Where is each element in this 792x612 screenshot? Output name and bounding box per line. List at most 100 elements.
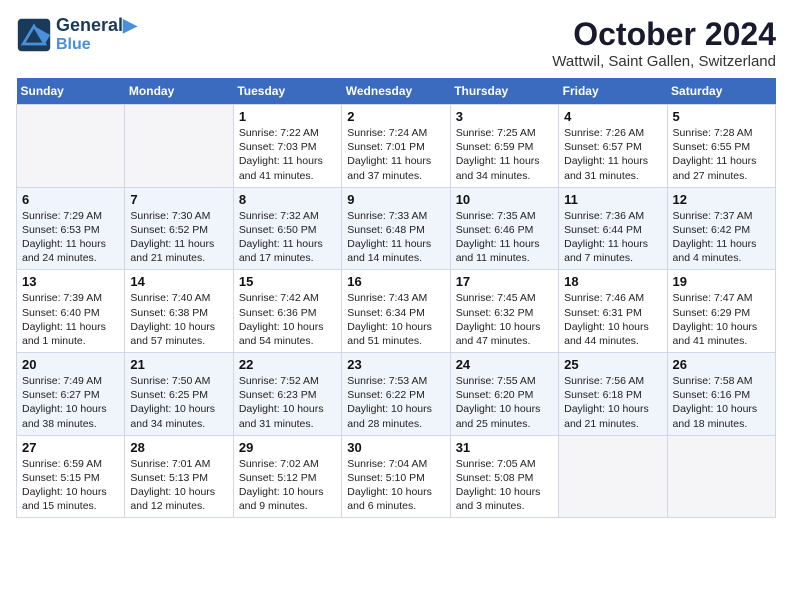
day-info: Sunrise: 7:45 AM Sunset: 6:32 PM Dayligh…: [456, 291, 553, 348]
day-info: Sunrise: 7:39 AM Sunset: 6:40 PM Dayligh…: [22, 291, 119, 348]
day-info: Sunrise: 7:56 AM Sunset: 6:18 PM Dayligh…: [564, 374, 661, 431]
calendar-cell: 22Sunrise: 7:52 AM Sunset: 6:23 PM Dayli…: [233, 353, 341, 436]
weekday-header-wednesday: Wednesday: [342, 78, 450, 105]
day-number: 6: [22, 192, 119, 207]
calendar-cell: 4Sunrise: 7:26 AM Sunset: 6:57 PM Daylig…: [559, 105, 667, 188]
day-info: Sunrise: 7:49 AM Sunset: 6:27 PM Dayligh…: [22, 374, 119, 431]
weekday-header-saturday: Saturday: [667, 78, 775, 105]
day-number: 18: [564, 274, 661, 289]
calendar-cell: [17, 105, 125, 188]
weekday-header-thursday: Thursday: [450, 78, 558, 105]
day-number: 24: [456, 357, 553, 372]
calendar-cell: 9 Sunrise: 7:33 AM Sunset: 6:48 PM Daylig…: [342, 187, 450, 270]
day-info: Sunrise: 7:55 AM Sunset: 6:20 PM Dayligh…: [456, 374, 553, 431]
calendar-week-4: 20Sunrise: 7:49 AM Sunset: 6:27 PM Dayli…: [17, 353, 776, 436]
day-info: Sunrise: 7:26 AM Sunset: 6:57 PM Dayligh…: [564, 126, 661, 183]
calendar-cell: 31 Sunrise: 7:05 AM Sunset: 5:08 PM Dayli…: [450, 435, 558, 518]
day-info: Sunrise: 7:36 AM Sunset: 6:44 PM Dayligh…: [564, 209, 661, 266]
day-number: 3: [456, 109, 553, 124]
day-info: Sunrise: 7:35 AM Sunset: 6:46 PM Dayligh…: [456, 209, 553, 266]
month-title: October 2024: [552, 16, 776, 53]
calendar-cell: 24 Sunrise: 7:55 AM Sunset: 6:20 PM Dayli…: [450, 353, 558, 436]
day-info: Sunrise: 7:43 AM Sunset: 6:34 PM Dayligh…: [347, 291, 444, 348]
day-info: Sunrise: 6:59 AM Sunset: 5:15 PM Dayligh…: [22, 457, 119, 514]
day-info: Sunrise: 7:28 AM Sunset: 6:55 PM Dayligh…: [673, 126, 770, 183]
calendar-cell: 30 Sunrise: 7:04 AM Sunset: 5:10 PM Dayli…: [342, 435, 450, 518]
day-number: 12: [673, 192, 770, 207]
day-number: 23: [347, 357, 444, 372]
calendar-cell: 14 Sunrise: 7:40 AM Sunset: 6:38 PM Dayli…: [125, 270, 233, 353]
day-info: Sunrise: 7:04 AM Sunset: 5:10 PM Dayligh…: [347, 457, 444, 514]
day-number: 7: [130, 192, 227, 207]
calendar-table: SundayMondayTuesdayWednesdayThursdayFrid…: [16, 78, 776, 518]
day-info: Sunrise: 7:53 AM Sunset: 6:22 PM Dayligh…: [347, 374, 444, 431]
day-info: Sunrise: 7:05 AM Sunset: 5:08 PM Dayligh…: [456, 457, 553, 514]
calendar-cell: 26 Sunrise: 7:58 AM Sunset: 6:16 PM Dayli…: [667, 353, 775, 436]
day-number: 15: [239, 274, 336, 289]
day-number: 31: [456, 440, 553, 455]
calendar-cell: 16Sunrise: 7:43 AM Sunset: 6:34 PM Dayli…: [342, 270, 450, 353]
day-number: 14: [130, 274, 227, 289]
calendar-cell: 18 Sunrise: 7:46 AM Sunset: 6:31 PM Dayli…: [559, 270, 667, 353]
day-info: Sunrise: 7:29 AM Sunset: 6:53 PM Dayligh…: [22, 209, 119, 266]
day-number: 5: [673, 109, 770, 124]
day-info: Sunrise: 7:37 AM Sunset: 6:42 PM Dayligh…: [673, 209, 770, 266]
day-number: 28: [130, 440, 227, 455]
weekday-header-monday: Monday: [125, 78, 233, 105]
calendar-cell: 1 Sunrise: 7:22 AM Sunset: 7:03 PM Daylig…: [233, 105, 341, 188]
day-number: 1: [239, 109, 336, 124]
location: Wattwil, Saint Gallen, Switzerland: [552, 53, 776, 70]
calendar-cell: 7 Sunrise: 7:30 AM Sunset: 6:52 PM Daylig…: [125, 187, 233, 270]
day-number: 25: [564, 357, 661, 372]
calendar-week-3: 13 Sunrise: 7:39 AM Sunset: 6:40 PM Dayli…: [17, 270, 776, 353]
calendar-week-5: 27 Sunrise: 6:59 AM Sunset: 5:15 PM Dayli…: [17, 435, 776, 518]
day-number: 13: [22, 274, 119, 289]
day-number: 8: [239, 192, 336, 207]
title-block: October 2024 Wattwil, Saint Gallen, Swit…: [552, 16, 776, 70]
logo-icon: [16, 17, 52, 53]
day-number: 17: [456, 274, 553, 289]
day-info: Sunrise: 7:30 AM Sunset: 6:52 PM Dayligh…: [130, 209, 227, 266]
calendar-cell: [559, 435, 667, 518]
calendar-cell: 5 Sunrise: 7:28 AM Sunset: 6:55 PM Daylig…: [667, 105, 775, 188]
calendar-cell: [667, 435, 775, 518]
weekday-header-sunday: Sunday: [17, 78, 125, 105]
calendar-header-row: SundayMondayTuesdayWednesdayThursdayFrid…: [17, 78, 776, 105]
day-number: 29: [239, 440, 336, 455]
calendar-week-2: 6 Sunrise: 7:29 AM Sunset: 6:53 PM Daylig…: [17, 187, 776, 270]
calendar-cell: 20Sunrise: 7:49 AM Sunset: 6:27 PM Dayli…: [17, 353, 125, 436]
calendar-cell: 23 Sunrise: 7:53 AM Sunset: 6:22 PM Dayli…: [342, 353, 450, 436]
calendar-cell: 29Sunrise: 7:02 AM Sunset: 5:12 PM Dayli…: [233, 435, 341, 518]
calendar-cell: [125, 105, 233, 188]
day-number: 9: [347, 192, 444, 207]
day-number: 27: [22, 440, 119, 455]
day-info: Sunrise: 7:47 AM Sunset: 6:29 PM Dayligh…: [673, 291, 770, 348]
logo: General▶ Blue: [16, 16, 137, 53]
calendar-cell: 12 Sunrise: 7:37 AM Sunset: 6:42 PM Dayli…: [667, 187, 775, 270]
day-number: 11: [564, 192, 661, 207]
day-number: 30: [347, 440, 444, 455]
calendar-cell: 15Sunrise: 7:42 AM Sunset: 6:36 PM Dayli…: [233, 270, 341, 353]
calendar-cell: 10Sunrise: 7:35 AM Sunset: 6:46 PM Dayli…: [450, 187, 558, 270]
calendar-week-1: 1 Sunrise: 7:22 AM Sunset: 7:03 PM Daylig…: [17, 105, 776, 188]
day-info: Sunrise: 7:40 AM Sunset: 6:38 PM Dayligh…: [130, 291, 227, 348]
day-info: Sunrise: 7:33 AM Sunset: 6:48 PM Dayligh…: [347, 209, 444, 266]
day-info: Sunrise: 7:46 AM Sunset: 6:31 PM Dayligh…: [564, 291, 661, 348]
calendar-cell: 19 Sunrise: 7:47 AM Sunset: 6:29 PM Dayli…: [667, 270, 775, 353]
day-number: 21: [130, 357, 227, 372]
calendar-cell: 17 Sunrise: 7:45 AM Sunset: 6:32 PM Dayli…: [450, 270, 558, 353]
day-number: 26: [673, 357, 770, 372]
day-number: 22: [239, 357, 336, 372]
page-header: General▶ Blue October 2024 Wattwil, Sain…: [16, 16, 776, 70]
day-info: Sunrise: 7:01 AM Sunset: 5:13 PM Dayligh…: [130, 457, 227, 514]
day-info: Sunrise: 7:22 AM Sunset: 7:03 PM Dayligh…: [239, 126, 336, 183]
day-info: Sunrise: 7:50 AM Sunset: 6:25 PM Dayligh…: [130, 374, 227, 431]
calendar-cell: 13 Sunrise: 7:39 AM Sunset: 6:40 PM Dayli…: [17, 270, 125, 353]
day-number: 19: [673, 274, 770, 289]
calendar-cell: 2Sunrise: 7:24 AM Sunset: 7:01 PM Daylig…: [342, 105, 450, 188]
calendar-cell: 6 Sunrise: 7:29 AM Sunset: 6:53 PM Daylig…: [17, 187, 125, 270]
day-info: Sunrise: 7:25 AM Sunset: 6:59 PM Dayligh…: [456, 126, 553, 183]
calendar-cell: 11 Sunrise: 7:36 AM Sunset: 6:44 PM Dayli…: [559, 187, 667, 270]
calendar-cell: 8Sunrise: 7:32 AM Sunset: 6:50 PM Daylig…: [233, 187, 341, 270]
day-info: Sunrise: 7:58 AM Sunset: 6:16 PM Dayligh…: [673, 374, 770, 431]
